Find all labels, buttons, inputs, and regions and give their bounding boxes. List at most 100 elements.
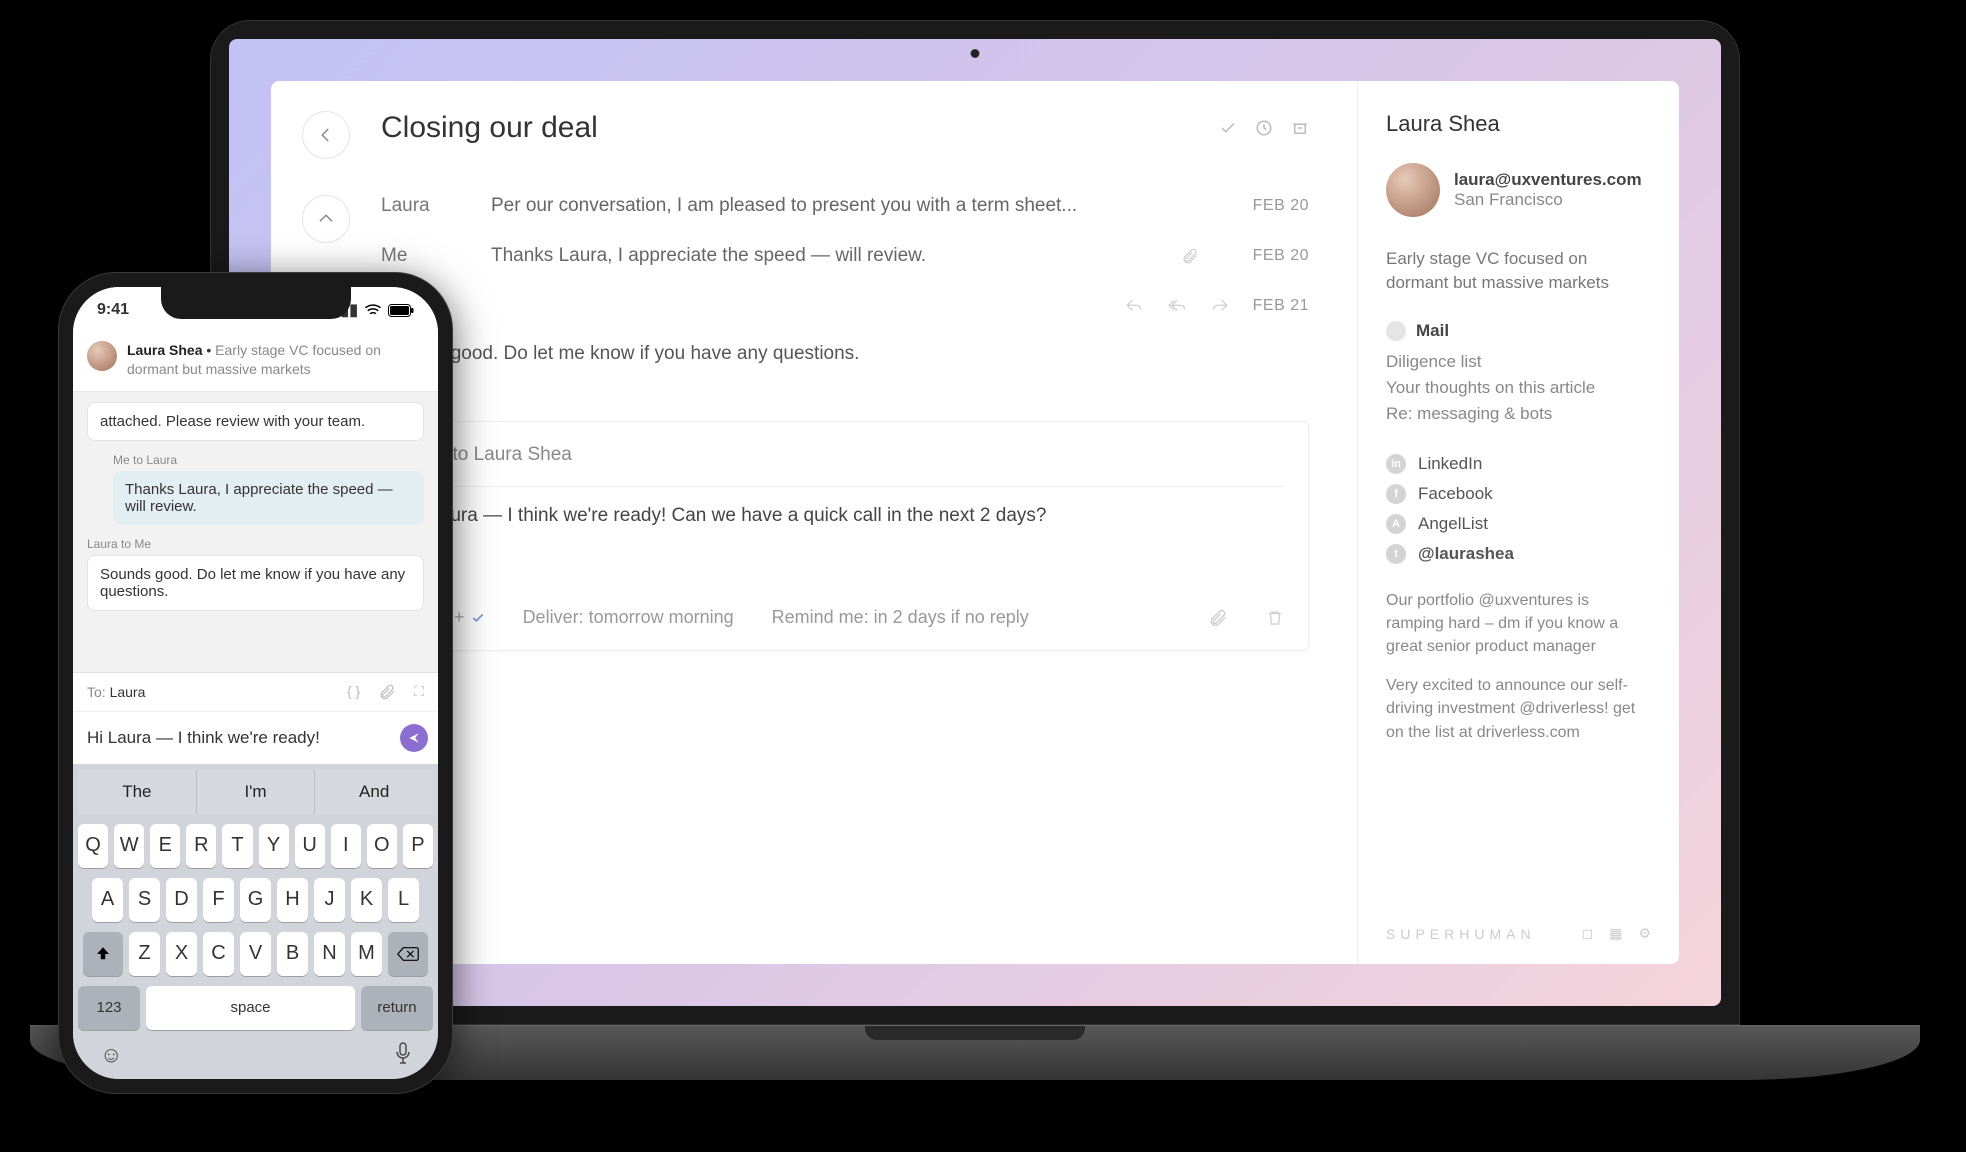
contact-email: laura@uxventures.com (1454, 170, 1642, 190)
thread-actions (1219, 119, 1309, 137)
key-y[interactable]: Y (259, 824, 289, 868)
key-g[interactable]: G (240, 878, 271, 922)
avatar (87, 341, 117, 371)
social-twitter[interactable]: t@laurashea (1386, 539, 1651, 569)
forward-icon[interactable] (1211, 297, 1229, 315)
calendar-icon[interactable]: ▦ (1609, 925, 1622, 942)
keyboard-footer: ☺ (78, 1030, 433, 1072)
deliver-option[interactable]: Deliver: tomorrow morning (523, 607, 734, 628)
key-a[interactable]: A (92, 878, 123, 922)
mark-done-icon[interactable] (1219, 119, 1237, 137)
contact-header-text: Laura Shea • Early stage VC focused on d… (127, 341, 424, 379)
reply-all-icon[interactable] (1167, 297, 1187, 315)
key-k[interactable]: K (351, 878, 382, 922)
key-j[interactable]: J (314, 878, 345, 922)
key-l[interactable]: L (388, 878, 419, 922)
key-n[interactable]: N (314, 932, 345, 976)
key-e[interactable]: E (150, 824, 180, 868)
twitter-icon: t (1386, 544, 1406, 564)
message-sender: Laura (381, 195, 437, 217)
wifi-icon (364, 303, 382, 317)
archive-icon[interactable] (1291, 119, 1309, 137)
key-h[interactable]: H (277, 878, 308, 922)
laptop-camera (971, 49, 980, 58)
feedback-icon[interactable]: ◻ (1582, 925, 1594, 942)
dictation-key[interactable] (395, 1042, 411, 1068)
remind-option[interactable]: Remind me: in 2 days if no reply (772, 607, 1029, 628)
key-p[interactable]: P (403, 824, 433, 868)
attachment-icon (1181, 247, 1199, 265)
attachment-icon[interactable] (378, 683, 396, 701)
keyboard-suggestions: The I'm And (78, 770, 433, 814)
message-date: FEB 20 (1253, 247, 1309, 265)
social-angellist[interactable]: AAngelList (1386, 509, 1651, 539)
key-b[interactable]: B (277, 932, 308, 976)
email-app-window: Closing our deal Laura Per our conversat… (271, 81, 1679, 964)
suggestion[interactable]: The (78, 770, 197, 814)
key-t[interactable]: T (222, 824, 252, 868)
status-time: 9:41 (97, 301, 129, 319)
send-icon (407, 731, 421, 745)
message-date: FEB 21 (1253, 297, 1309, 315)
chevron-up-icon (317, 210, 335, 228)
shift-key[interactable] (83, 932, 123, 976)
emoji-key[interactable]: ☺ (100, 1042, 122, 1068)
compose-body[interactable]: Hi Laura — I think we're ready! Can we h… (406, 505, 1284, 565)
trash-icon[interactable] (1266, 609, 1284, 627)
message-row[interactable]: Laura Per our conversation, I am pleased… (381, 181, 1309, 231)
suggestion[interactable]: And (315, 770, 433, 814)
incoming-message[interactable]: Sounds good. Do let me know if you have … (87, 555, 424, 611)
brand-footer: SUPERHUMAN ◻ ▦ ⚙ (1386, 925, 1651, 942)
key-q[interactable]: Q (78, 824, 108, 868)
mail-list: Diligence list Your thoughts on this art… (1386, 349, 1651, 427)
expand-icon[interactable]: ⛶ (414, 683, 424, 701)
backspace-key[interactable] (388, 932, 428, 976)
message-date: FEB 20 (1253, 197, 1309, 215)
key-c[interactable]: C (203, 932, 234, 976)
compose-input[interactable]: Hi Laura — I think we're ready! (87, 728, 320, 748)
phone-contact-header[interactable]: Laura Shea • Early stage VC focused on d… (73, 333, 438, 392)
incoming-message[interactable]: attached. Please review with your team. (87, 402, 424, 441)
suggestion[interactable]: I'm (197, 770, 316, 814)
key-d[interactable]: D (166, 878, 197, 922)
key-s[interactable]: S (129, 878, 160, 922)
message-preview: Per our conversation, I am pleased to pr… (491, 195, 1199, 217)
brand-label: SUPERHUMAN (1386, 926, 1536, 942)
collapse-button[interactable] (302, 195, 350, 243)
social-linkedin[interactable]: inLinkedIn (1386, 449, 1651, 479)
key-i[interactable]: I (331, 824, 361, 868)
to-row[interactable]: To: Laura { } ⛶ (73, 673, 438, 712)
key-v[interactable]: V (240, 932, 271, 976)
snooze-icon[interactable] (1255, 119, 1273, 137)
message-row[interactable]: Me Thanks Laura, I appreciate the speed … (381, 231, 1309, 281)
braces-icon[interactable]: { } (347, 683, 360, 701)
numbers-key[interactable]: 123 (78, 986, 140, 1030)
mail-item[interactable]: Diligence list (1386, 349, 1651, 375)
outgoing-message[interactable]: Thanks Laura, I appreciate the speed — w… (113, 471, 424, 525)
message-expanded: Laura FEB 21 Sounds good. Do let me know… (381, 281, 1309, 389)
key-m[interactable]: M (351, 932, 382, 976)
key-u[interactable]: U (295, 824, 325, 868)
reply-icon[interactable] (1125, 297, 1143, 315)
key-f[interactable]: F (203, 878, 234, 922)
key-o[interactable]: O (367, 824, 397, 868)
social-facebook[interactable]: fFacebook (1386, 479, 1651, 509)
key-r[interactable]: R (186, 824, 216, 868)
send-button[interactable] (400, 724, 428, 752)
return-key[interactable]: return (361, 986, 433, 1030)
mail-item[interactable]: Your thoughts on this article (1386, 375, 1651, 401)
attachment-icon[interactable] (1208, 608, 1228, 628)
phone-thread[interactable]: attached. Please review with your team. … (73, 392, 438, 672)
tweet: Our portfolio @uxventures is ramping har… (1386, 589, 1651, 659)
space-key[interactable]: space (146, 986, 355, 1030)
back-button[interactable] (302, 111, 350, 159)
linkedin-icon: in (1386, 454, 1406, 474)
settings-icon[interactable]: ⚙ (1638, 925, 1651, 942)
tweet: Very excited to announce our self-drivin… (1386, 674, 1651, 744)
key-z[interactable]: Z (129, 932, 160, 976)
key-x[interactable]: X (166, 932, 197, 976)
mail-item[interactable]: Re: messaging & bots (1386, 401, 1651, 427)
tweets-list: Our portfolio @uxventures is ramping har… (1386, 589, 1651, 760)
phone-notch (161, 287, 351, 319)
key-w[interactable]: W (114, 824, 144, 868)
